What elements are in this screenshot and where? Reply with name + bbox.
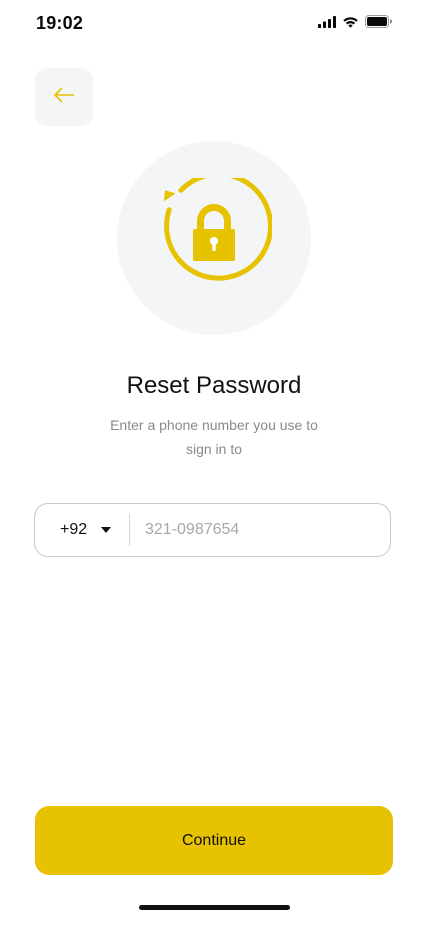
country-code-select[interactable]: +92 xyxy=(35,504,129,556)
phone-number-input[interactable] xyxy=(145,521,365,539)
arrow-left-icon xyxy=(53,87,75,108)
wifi-icon xyxy=(342,15,359,33)
chevron-down-icon xyxy=(101,527,112,533)
hero-illustration xyxy=(117,141,311,335)
page-title: Reset Password xyxy=(126,372,302,399)
country-code-value: +92 xyxy=(60,521,88,538)
continue-button[interactable]: Continue xyxy=(35,806,393,875)
field-divider xyxy=(129,514,130,546)
home-indicator xyxy=(139,905,290,910)
phone-field: +92 xyxy=(34,503,391,557)
battery-icon xyxy=(365,15,393,33)
page-subtitle: Enter a phone number you use to sign in … xyxy=(110,417,318,457)
cellular-signal-icon xyxy=(318,15,336,33)
status-icons xyxy=(318,15,393,33)
back-button[interactable] xyxy=(35,68,93,126)
lock-reset-icon xyxy=(156,171,274,299)
status-time: 19:02 xyxy=(36,13,84,33)
status-bar: 19:02 xyxy=(0,0,428,48)
